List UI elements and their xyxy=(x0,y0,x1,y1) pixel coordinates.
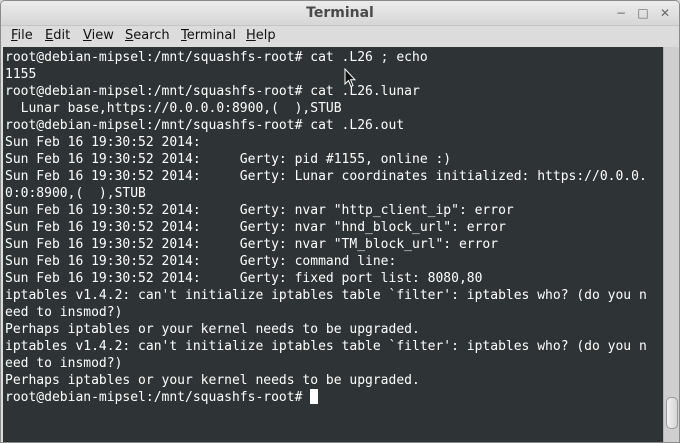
text-cursor-icon xyxy=(310,389,319,404)
menu-help[interactable]: Help xyxy=(246,28,276,43)
mouse-pointer-icon xyxy=(344,68,356,88)
terminal-line: root@debian-mipsel:/mnt/squashfs-root# c… xyxy=(5,84,420,99)
menu-bar: File Edit View Search Terminal Help xyxy=(1,26,679,46)
vertical-scrollbar[interactable] xyxy=(663,47,679,442)
scrollbar-thumb[interactable] xyxy=(666,397,678,429)
title-bar[interactable]: Terminal − □ ✕ xyxy=(1,1,679,26)
menu-file[interactable]: File xyxy=(11,28,33,43)
terminal-line: Sun Feb 16 19:30:52 2014: Gerty: nvar "h… xyxy=(5,220,506,235)
terminal-line: Sun Feb 16 19:30:52 2014: Gerty: pid #11… xyxy=(5,152,452,167)
terminal-line: eed to insmod?) xyxy=(5,305,123,320)
menu-view[interactable]: View xyxy=(83,28,114,43)
terminal-line: iptables v1.4.2: can't initialize iptabl… xyxy=(5,339,647,354)
terminal-line: Sun Feb 16 19:30:52 2014: Gerty: nvar "T… xyxy=(5,237,499,252)
terminal-line: root@debian-mipsel:/mnt/squashfs-root# c… xyxy=(5,50,428,65)
menu-edit[interactable]: Edit xyxy=(45,28,70,43)
terminal-line: 0:0:8900,( ),STUB xyxy=(5,186,146,201)
menu-terminal[interactable]: Terminal xyxy=(181,28,236,43)
menu-search[interactable]: Search xyxy=(125,28,170,43)
window-title: Terminal xyxy=(306,5,374,21)
terminal-line: Sun Feb 16 19:30:52 2014: Gerty: command… xyxy=(5,254,397,269)
terminal-window: Terminal − □ ✕ File Edit View Search Ter… xyxy=(0,0,680,443)
terminal-line: Perhaps iptables or your kernel needs to… xyxy=(5,373,420,388)
terminal-line: Sun Feb 16 19:30:52 2014: Gerty: Lunar c… xyxy=(5,169,647,184)
terminal-output[interactable]: root@debian-mipsel:/mnt/squashfs-root# c… xyxy=(3,47,663,442)
terminal-line: root@debian-mipsel:/mnt/squashfs-root# c… xyxy=(5,118,405,133)
maximize-button[interactable]: □ xyxy=(635,6,651,20)
terminal-line: 1155 xyxy=(5,67,37,82)
terminal-line: eed to insmod?) xyxy=(5,356,123,371)
minimize-button[interactable]: − xyxy=(613,6,629,20)
terminal-line: iptables v1.4.2: can't initialize iptabl… xyxy=(5,288,647,303)
terminal-text: root@debian-mipsel:/mnt/squashfs-root# c… xyxy=(3,47,663,406)
terminal-prompt: root@debian-mipsel:/mnt/squashfs-root# xyxy=(5,390,311,405)
terminal-line: Perhaps iptables or your kernel needs to… xyxy=(5,322,420,337)
terminal-line: Sun Feb 16 19:30:52 2014: Gerty: nvar "h… xyxy=(5,203,514,218)
terminal-line: Sun Feb 16 19:30:52 2014: Gerty: fixed p… xyxy=(5,271,483,286)
close-button[interactable]: ✕ xyxy=(657,6,673,20)
terminal-line: Sun Feb 16 19:30:52 2014: xyxy=(5,135,201,150)
terminal-line: Lunar base,https://0.0.0.0:8900,( ),STUB xyxy=(5,101,342,116)
